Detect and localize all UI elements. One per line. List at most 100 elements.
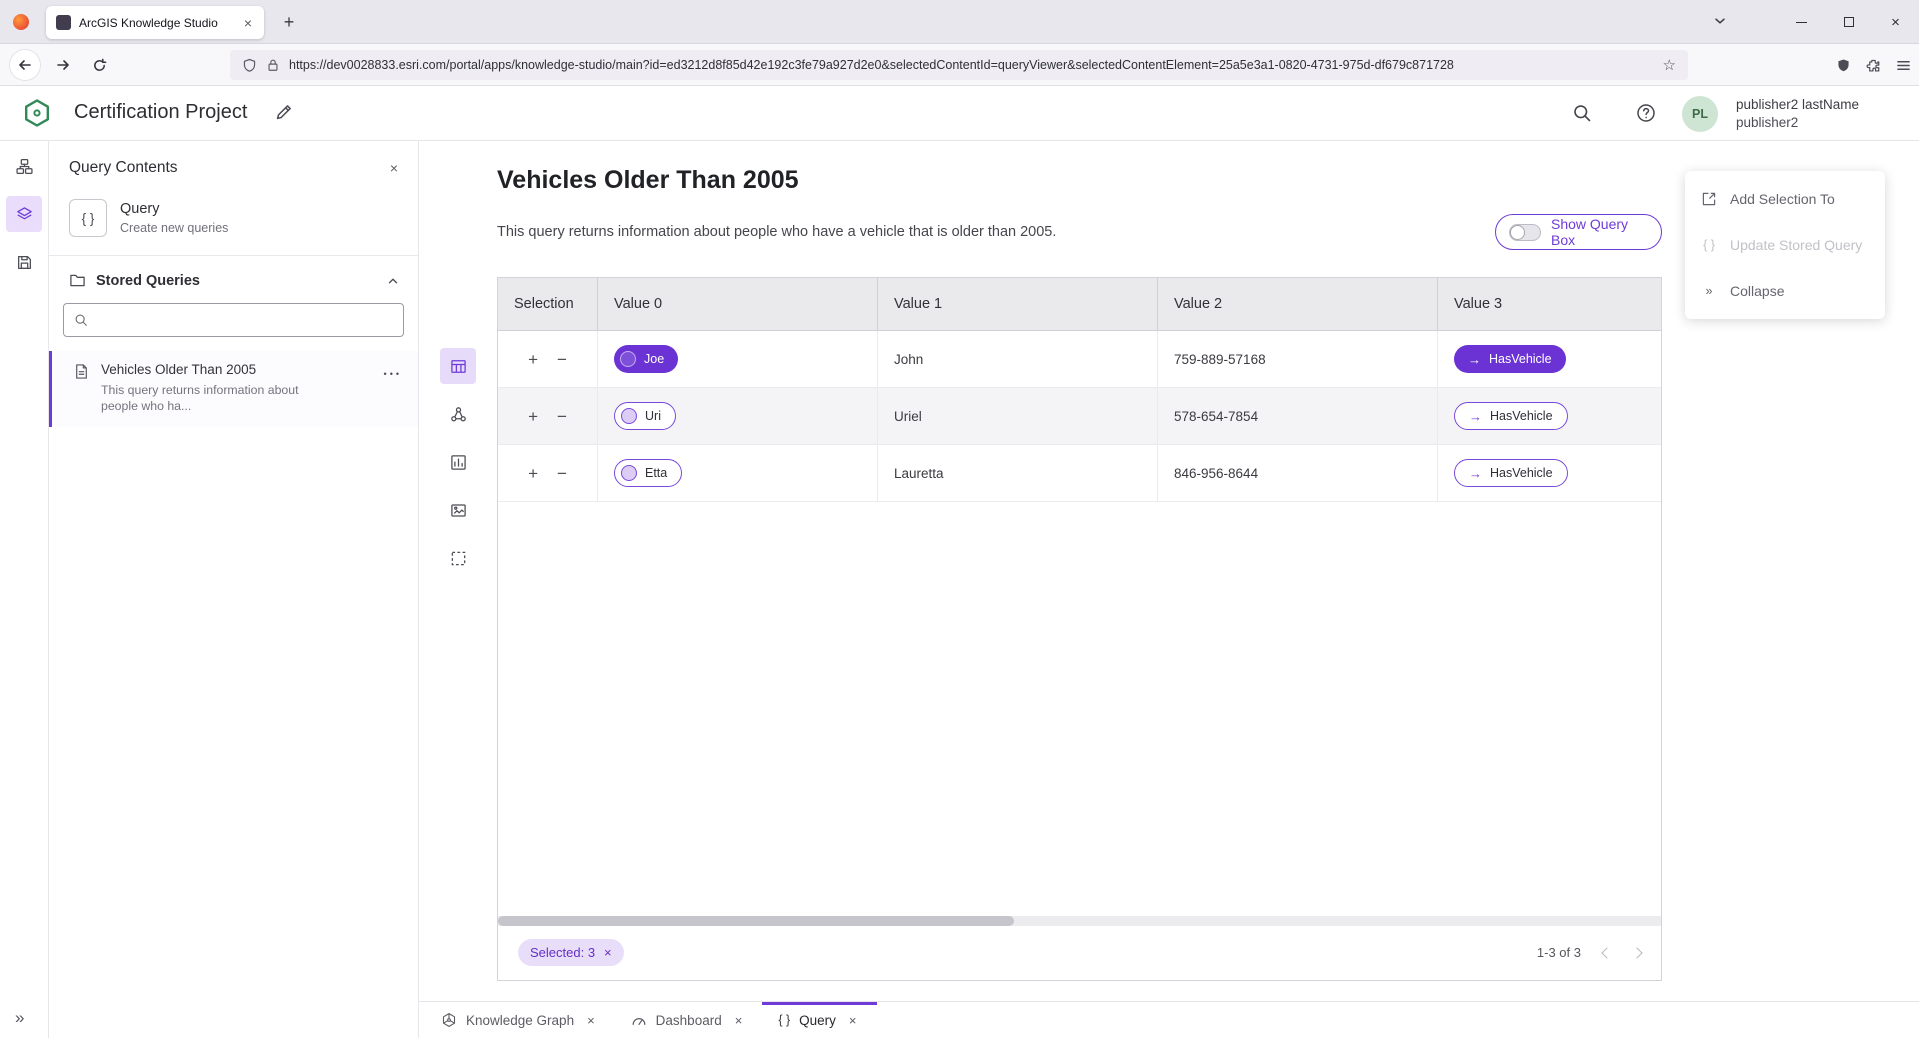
map-button[interactable]	[440, 492, 476, 528]
show-query-box-toggle[interactable]: Show Query Box	[1495, 214, 1662, 250]
relationship-pill[interactable]: →HasVehicle	[1454, 345, 1566, 373]
toolbar-right-icons	[1836, 44, 1911, 86]
cell-value2: 759-889-57168	[1158, 331, 1438, 387]
project-title: Certification Project	[74, 101, 247, 124]
selected-count-badge[interactable]: Selected: 3 ×	[518, 939, 624, 966]
document-icon	[73, 363, 90, 414]
reload-button[interactable]	[84, 50, 114, 80]
browser-toolbar: https://dev0028833.esri.com/portal/apps/…	[0, 44, 1919, 86]
extension-shield-icon[interactable]	[1836, 58, 1851, 73]
tab-label: Query	[799, 1013, 836, 1028]
braces-icon: { }	[778, 1013, 790, 1027]
new-query-item[interactable]: { } Query Create new queries	[49, 191, 418, 255]
menu-item-collapse[interactable]: » Collapse	[1685, 268, 1885, 314]
user-name: publisher2 lastName	[1736, 96, 1859, 114]
selection-tools-button[interactable]	[440, 540, 476, 576]
window-close-button[interactable]: ×	[1872, 0, 1919, 44]
maximize-icon	[1844, 17, 1854, 27]
row-remove-selection-button[interactable]: −	[557, 408, 567, 425]
row-remove-selection-button[interactable]: −	[557, 351, 567, 368]
row-add-selection-button[interactable]: +	[528, 351, 538, 368]
tab-close-button[interactable]: ×	[240, 14, 256, 32]
entity-dot-icon	[620, 351, 636, 367]
menu-item-label: Add Selection To	[1730, 191, 1835, 207]
column-header-value0[interactable]: Value 0	[598, 278, 878, 330]
new-tab-button[interactable]: +	[276, 9, 302, 35]
cell-value1: Lauretta	[878, 445, 1158, 501]
entity-dot-icon	[621, 465, 637, 481]
forward-button[interactable]	[48, 50, 78, 80]
stored-query-item[interactable]: Vehicles Older Than 2005 This query retu…	[49, 351, 418, 427]
browser-tab[interactable]: ArcGIS Knowledge Studio ×	[46, 6, 264, 39]
add-selection-to-icon	[1700, 191, 1718, 207]
shield-icon[interactable]	[242, 58, 257, 73]
edit-title-button[interactable]	[274, 103, 293, 122]
panel-header: Query Contents ×	[49, 141, 418, 191]
extensions-puzzle-icon[interactable]	[1866, 58, 1881, 73]
help-button[interactable]	[1636, 103, 1656, 123]
user-avatar[interactable]: PL	[1682, 96, 1718, 132]
layers-icon	[16, 206, 33, 223]
search-icon	[74, 313, 88, 327]
entity-pill[interactable]: Etta	[614, 459, 682, 487]
contents-layers-button[interactable]	[6, 196, 42, 232]
tab-close-button[interactable]: ×	[731, 1012, 747, 1029]
collapse-section-icon[interactable]	[386, 274, 400, 288]
menu-item-add-selection-to[interactable]: Add Selection To	[1685, 176, 1885, 222]
url-bar[interactable]: https://dev0028833.esri.com/portal/apps/…	[230, 50, 1688, 80]
header-search-button[interactable]	[1572, 103, 1592, 123]
column-header-value1[interactable]: Value 1	[878, 278, 1158, 330]
tab-query[interactable]: { } Query ×	[762, 1002, 876, 1038]
row-add-selection-button[interactable]: +	[528, 465, 538, 482]
stored-queries-search-input[interactable]	[97, 313, 393, 328]
maximize-button[interactable]	[1825, 0, 1872, 44]
column-header-value3[interactable]: Value 3	[1438, 278, 1661, 330]
table-row[interactable]: + − Uri Uriel 578-654-7854 →HasVehicle	[498, 388, 1661, 445]
tab-label: Dashboard	[656, 1013, 722, 1028]
data-model-button[interactable]	[6, 148, 42, 184]
tab-close-button[interactable]: ×	[845, 1012, 861, 1029]
relationship-pill[interactable]: →HasVehicle	[1454, 402, 1568, 430]
stored-queries-searchbox[interactable]	[63, 303, 404, 337]
page-description: This query returns information about peo…	[497, 224, 1056, 240]
map-icon	[450, 502, 467, 519]
menu-hamburger-icon[interactable]	[1896, 58, 1911, 73]
tab-close-button[interactable]: ×	[583, 1012, 599, 1029]
table-view-button[interactable]	[440, 348, 476, 384]
menu-item-update-stored-query[interactable]: { } Update Stored Query	[1685, 222, 1885, 268]
stored-queries-title: Stored Queries	[96, 273, 376, 289]
lock-icon[interactable]	[266, 58, 280, 72]
save-icon	[16, 254, 33, 271]
new-query-description: Create new queries	[120, 221, 228, 235]
table-row[interactable]: + − Joe John 759-889-57168 →HasVehicle	[498, 331, 1661, 388]
relationship-pill[interactable]: →HasVehicle	[1454, 459, 1568, 487]
tab-dashboard[interactable]: Dashboard ×	[615, 1002, 763, 1038]
entity-pill[interactable]: Joe	[614, 345, 678, 373]
chart-button[interactable]	[440, 444, 476, 480]
list-all-tabs-icon[interactable]	[1712, 13, 1728, 29]
forward-icon	[55, 57, 71, 73]
tab-knowledge-graph[interactable]: Knowledge Graph ×	[425, 1002, 615, 1038]
item-options-button[interactable]: •••	[384, 369, 402, 379]
previous-page-button[interactable]	[1601, 947, 1612, 958]
panel-title: Query Contents	[69, 159, 386, 177]
next-page-button[interactable]	[1631, 947, 1642, 958]
expand-rail-button[interactable]: »	[15, 1008, 24, 1028]
bookmark-star-icon[interactable]: ☆	[1663, 56, 1676, 74]
back-button[interactable]	[10, 50, 40, 80]
clear-selection-button[interactable]: ×	[604, 946, 612, 959]
cell-value2: 578-654-7854	[1158, 388, 1438, 444]
toggle-switch[interactable]	[1509, 224, 1541, 241]
column-header-value2[interactable]: Value 2	[1158, 278, 1438, 330]
row-remove-selection-button[interactable]: −	[557, 465, 567, 482]
column-header-selection[interactable]: Selection	[498, 278, 598, 330]
query-contents-panel: Query Contents × { } Query Create new qu…	[49, 141, 419, 1038]
row-add-selection-button[interactable]: +	[528, 408, 538, 425]
panel-close-button[interactable]: ×	[386, 159, 402, 177]
menu-item-label: Update Stored Query	[1730, 237, 1862, 253]
minimize-button[interactable]	[1778, 0, 1825, 44]
entity-pill[interactable]: Uri	[614, 402, 676, 430]
link-chart-button[interactable]	[440, 396, 476, 432]
save-button[interactable]	[6, 244, 42, 280]
table-row[interactable]: + − Etta Lauretta 846-956-8644 →HasVehic…	[498, 445, 1661, 502]
